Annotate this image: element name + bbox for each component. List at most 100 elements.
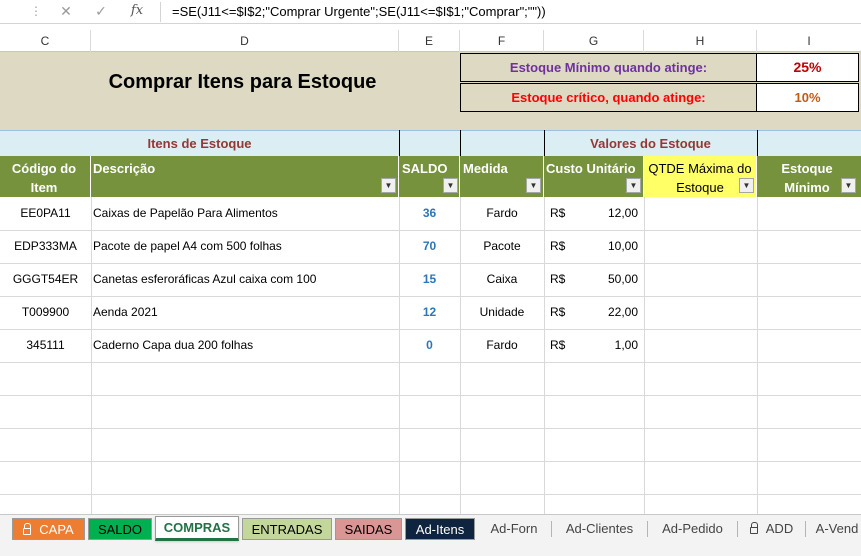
item-code-cell[interactable]: 345111 (0, 329, 91, 362)
column-header-c[interactable]: C (0, 30, 91, 52)
column-headers: C D E F G H I (0, 30, 861, 52)
sheet-tab-add[interactable]: ADD (739, 518, 804, 540)
section-divider (757, 130, 758, 156)
column-header-h[interactable]: H (644, 30, 757, 52)
item-currency-cell[interactable]: R$ (550, 296, 580, 329)
section-divider (460, 130, 461, 156)
sheet-tab-ad-clientes[interactable]: Ad-Clientes (553, 518, 646, 540)
min-stock-label: Estoque Mínimo quando atinge: (460, 53, 757, 82)
item-custo-cell[interactable]: 10,00 (580, 230, 638, 263)
sheet-tab-label: SAIDAS (344, 522, 393, 537)
grid-line (0, 461, 861, 462)
header-cell-saldo: SALDO ▼ (399, 156, 460, 197)
item-medida-cell[interactable]: Pacote (460, 230, 544, 263)
section-divider (544, 130, 545, 156)
header-cell-code: Código do Item (0, 156, 91, 197)
item-medida-cell[interactable]: Fardo (460, 329, 544, 362)
filter-dropdown-icon[interactable]: ▼ (381, 178, 396, 193)
item-saldo-cell[interactable]: 36 (399, 197, 460, 230)
filter-dropdown-icon[interactable]: ▼ (443, 178, 458, 193)
section-divider (399, 130, 400, 156)
grid-line (0, 494, 861, 495)
enter-icon[interactable]: ✓ (92, 3, 110, 20)
critical-stock-label: Estoque crítico, quando atinge: (460, 83, 757, 112)
cancel-icon[interactable]: ✕ (57, 3, 75, 20)
column-header-f[interactable]: F (460, 30, 544, 52)
item-saldo-cell[interactable]: 70 (399, 230, 460, 263)
insert-function-icon[interactable]: fx (128, 3, 146, 18)
sheet-tab-label: CAPA (39, 522, 74, 537)
column-header-g[interactable]: G (544, 30, 644, 52)
sheet-tab-a-vend[interactable]: A-Vend (807, 518, 861, 540)
min-stock-value[interactable]: 25% (757, 53, 859, 82)
formula-bar-divider (160, 2, 161, 22)
item-custo-cell[interactable]: 12,00 (580, 197, 638, 230)
header-qtde-label: QTDE Máxima do Estoque (648, 161, 752, 195)
item-custo-cell[interactable]: 50,00 (580, 263, 638, 296)
column-header-d[interactable]: D (91, 30, 399, 52)
item-code-cell[interactable]: GGGT54ER (0, 263, 91, 296)
item-medida-cell[interactable]: Unidade (460, 296, 544, 329)
header-cell-medida: Medida ▼ (460, 156, 544, 197)
item-description-cell[interactable]: Canetas esferoráficas Azul caixa com 100 (93, 263, 397, 296)
item-custo-cell[interactable]: 22,00 (580, 296, 638, 329)
header-cell-qtde: QTDE Máxima do Estoque ▼ (644, 156, 757, 197)
grid-line (0, 395, 861, 396)
sheet-tab-label: Ad-Pedido (662, 521, 723, 536)
sheet-tab-entradas[interactable]: ENTRADAS (242, 518, 332, 540)
item-description-cell[interactable]: Caixas de Papelão Para Alimentos (93, 197, 397, 230)
sheet-tab-label: Ad-Forn (490, 521, 538, 536)
header-custo-label: Custo Unitário (546, 161, 636, 176)
sheet-tab-saldo[interactable]: SALDO (88, 518, 152, 540)
header-code-label: Código do Item (11, 161, 77, 195)
item-currency-cell[interactable]: R$ (550, 263, 580, 296)
section-values-label: Valores do Estoque (590, 136, 711, 151)
item-code-cell[interactable]: T009900 (0, 296, 91, 329)
item-currency-cell[interactable]: R$ (550, 329, 580, 362)
sheet-tab-ad-itens[interactable]: Ad-Itens (405, 518, 475, 540)
grid-line (544, 197, 545, 514)
item-code-cell[interactable]: EDP333MA (0, 230, 91, 263)
item-saldo-cell[interactable]: 0 (399, 329, 460, 362)
sheet-tab-label: Ad-Itens (415, 522, 465, 537)
grid-line (0, 428, 861, 429)
filter-dropdown-icon[interactable]: ▼ (526, 178, 541, 193)
page-title: Comprar Itens para Estoque (108, 71, 377, 93)
item-description-cell[interactable]: Pacote de papel A4 com 500 folhas (93, 230, 397, 263)
sheet-tab-bar: CAPA SALDO COMPRAS ENTRADAS SAIDAS Ad-Itens Ad… (0, 514, 861, 556)
formula-bar: ⋮ ✕ ✓ fx =SE(J11<=$I$2;"Comprar Urgente"… (0, 0, 861, 24)
tab-separator (805, 521, 806, 537)
grid-line (757, 197, 758, 514)
column-header-e[interactable]: E (399, 30, 460, 52)
critical-stock-value[interactable]: 10% (757, 83, 859, 112)
section-items-label: Itens de Estoque (147, 136, 252, 151)
item-description-cell[interactable]: Caderno Capa dua 200 folhas (93, 329, 397, 362)
item-currency-cell[interactable]: R$ (550, 230, 580, 263)
formula-input[interactable]: =SE(J11<=$I$2;"Comprar Urgente";SE(J11<=… (172, 4, 546, 19)
sheet-tab-label: A-Vend (815, 521, 859, 536)
sheet-tab-label: ENTRADAS (251, 522, 323, 537)
filter-dropdown-icon[interactable]: ▼ (841, 178, 856, 193)
sheet-tab-capa[interactable]: CAPA (12, 518, 85, 540)
item-currency-cell[interactable]: R$ (550, 197, 580, 230)
item-saldo-cell[interactable]: 12 (399, 296, 460, 329)
sheet-tab-ad-forn[interactable]: Ad-Forn (478, 518, 550, 540)
item-saldo-cell[interactable]: 15 (399, 263, 460, 296)
grid-line (644, 197, 645, 514)
tab-separator (737, 521, 738, 537)
sheet-tab-compras[interactable]: COMPRAS (155, 516, 239, 541)
header-cell-custo: Custo Unitário ▼ (544, 156, 644, 197)
item-custo-cell[interactable]: 1,00 (580, 329, 638, 362)
item-medida-cell[interactable]: Caixa (460, 263, 544, 296)
item-code-cell[interactable]: EE0PA11 (0, 197, 91, 230)
tab-separator (647, 521, 648, 537)
column-header-i[interactable]: I (757, 30, 861, 52)
item-description-cell[interactable]: Aenda 2021 (93, 296, 397, 329)
name-box-resize-handle[interactable]: ⋮ (30, 4, 42, 18)
filter-dropdown-icon[interactable]: ▼ (626, 178, 641, 193)
filter-dropdown-icon[interactable]: ▼ (739, 178, 754, 193)
header-desc-label: Descrição (93, 161, 156, 176)
sheet-tab-saidas[interactable]: SAIDAS (335, 518, 402, 540)
item-medida-cell[interactable]: Fardo (460, 197, 544, 230)
sheet-tab-ad-pedido[interactable]: Ad-Pedido (649, 518, 736, 540)
